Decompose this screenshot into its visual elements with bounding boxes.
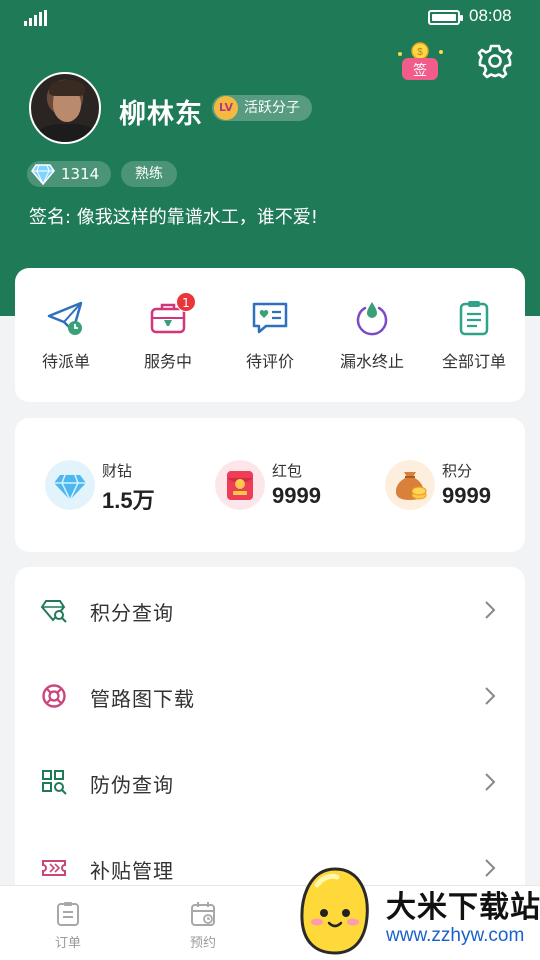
signal-icon (24, 10, 47, 26)
chevron-right-icon (485, 859, 496, 877)
paper-plane-clock-icon (47, 301, 83, 335)
status-bar: 08:08 (0, 0, 540, 36)
order-pending-review[interactable]: 待评价 (219, 298, 321, 372)
status-time: 08:08 (469, 6, 512, 25)
wallet-value: 1.5万 (102, 488, 155, 513)
watermark-mascot-icon (300, 867, 369, 955)
order-label: 待评价 (245, 352, 294, 371)
calendar-icon (191, 902, 215, 926)
diamond-count-pill[interactable]: 1314 (27, 161, 112, 187)
menu-label: 积分查询 (90, 601, 174, 625)
user-signature: 签名: 像我这样的靠谱水工，谁不爱! (29, 207, 319, 228)
wallet-title: 积分 (442, 462, 473, 480)
activity-badge: LV 活跃分子 (212, 95, 312, 121)
menu-label: 管路图下载 (90, 687, 195, 711)
wallet-value: 9999 (442, 483, 491, 508)
menu-label: 防伪查询 (90, 773, 174, 797)
wallet-card: 财钻 1.5万 红包 9999 积分 9999 (15, 418, 525, 552)
level-medal-icon: LV (214, 96, 238, 120)
watermark-url: www.zzhyw.com (386, 925, 525, 946)
skill-level-pill: 熟练 (121, 161, 177, 187)
order-all[interactable]: 全部订单 (423, 298, 525, 372)
qr-search-icon (42, 770, 67, 795)
red-envelope-icon (215, 460, 265, 510)
watermark-title: 大米下载站 (386, 890, 540, 925)
wallet-value: 9999 (272, 483, 321, 508)
gear-icon (477, 44, 513, 79)
nav-tab-appointments[interactable]: 预约 (173, 900, 233, 951)
order-pending-dispatch[interactable]: 待派单 (15, 298, 117, 372)
user-name: 柳林东 (119, 99, 203, 130)
menu-item-pipe-diagram[interactable]: 管路图下载 (15, 653, 525, 739)
menu-label: 补贴管理 (90, 859, 174, 883)
svg-text:$: $ (417, 47, 423, 58)
menu-card: 积分查询 管路图下载 防伪查询 补贴管理 (15, 567, 525, 897)
menu-item-points-query[interactable]: 积分查询 (15, 567, 525, 653)
order-icon (57, 902, 79, 926)
gem-search-icon (41, 600, 67, 623)
nav-label: 订单 (54, 936, 81, 951)
money-bag-icon (385, 460, 435, 510)
diamond-icon (45, 460, 95, 510)
order-count-badge: 1 (176, 292, 196, 312)
order-in-service[interactable]: 1 服务中 (117, 292, 219, 372)
wallet-title: 红包 (272, 462, 303, 480)
order-label: 全部订单 (441, 352, 506, 371)
sign-in-icon: $ 签 (398, 42, 443, 80)
order-leak-terminated[interactable]: 漏水终止 (321, 298, 423, 372)
wallet-title: 财钻 (102, 462, 133, 480)
chevron-right-icon (485, 601, 496, 619)
ticket-icon (42, 860, 66, 876)
sign-label: 签 (413, 62, 427, 79)
menu-item-anti-counterfeit[interactable]: 防伪查询 (15, 739, 525, 825)
avatar[interactable] (29, 72, 101, 144)
lifebuoy-icon (42, 684, 66, 708)
nav-tab-orders[interactable]: 订单 (38, 900, 98, 951)
chevron-right-icon (485, 687, 496, 705)
activity-badge-label: 活跃分子 (244, 100, 300, 116)
clipboard-icon (459, 301, 489, 336)
order-label: 待派单 (41, 352, 90, 371)
settings-button[interactable] (476, 42, 514, 80)
order-label: 漏水终止 (339, 352, 404, 371)
chevron-right-icon (485, 773, 496, 791)
diamond-count: 1314 (61, 165, 100, 183)
nav-label: 预约 (189, 936, 216, 951)
orders-card: 待派单 1 服务中 待评价 漏水终止 全部订单 (15, 268, 525, 402)
diamond-icon (31, 164, 55, 185)
water-drop-icon (356, 302, 388, 336)
order-label: 服务中 (143, 352, 192, 371)
chat-heart-icon (252, 302, 288, 334)
battery-icon (428, 10, 463, 25)
sign-in-button[interactable]: $ 签 (394, 42, 446, 82)
